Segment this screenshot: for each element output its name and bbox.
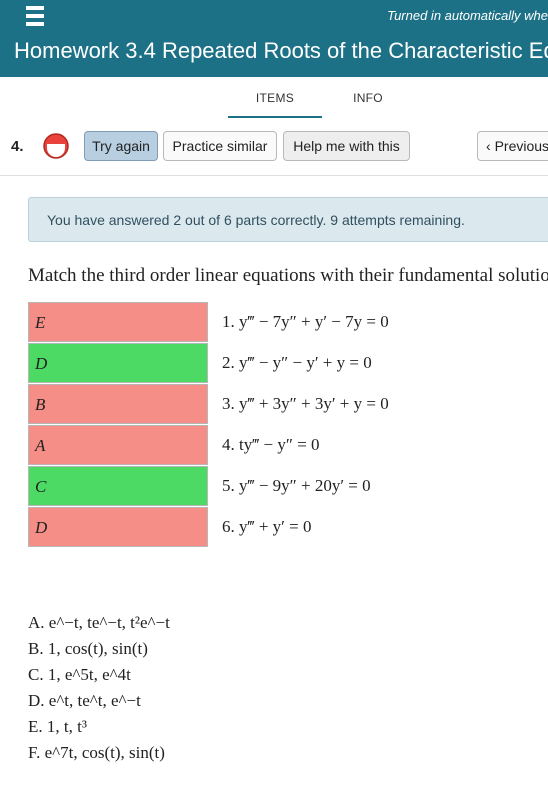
answer-input[interactable]: A (28, 425, 208, 465)
menu-icon[interactable] (26, 6, 44, 26)
tab-info[interactable]: INFO (340, 91, 396, 105)
page-title: Homework 3.4 Repeated Roots of the Chara… (14, 38, 548, 63)
try-again-button[interactable]: Try again (84, 131, 158, 161)
answer-value: A (35, 436, 46, 455)
equation: 6. y‴ + y′ = 0 (222, 517, 312, 536)
answer-value: B (35, 395, 46, 414)
answer-column: E D B A C D (28, 302, 208, 548)
answer-input[interactable]: D (28, 507, 208, 547)
equation: 2. y‴ − y″ − y′ + y = 0 (222, 353, 372, 372)
chevron-left-icon: ‹ (486, 138, 495, 154)
solution-option: A. e^−t, te^−t, t²e^−t (28, 613, 170, 632)
practice-similar-button[interactable]: Practice similar (163, 131, 277, 161)
answer-value: C (35, 477, 47, 496)
equation-list: 1. y‴ − 7y″ + y′ − 7y = 0 2. y‴ − y″ − y… (222, 302, 389, 548)
answer-input[interactable]: C (28, 466, 208, 506)
active-tab-indicator (228, 116, 322, 118)
previous-label: Previous (494, 138, 548, 154)
solution-option: E. 1, t, t³ (28, 717, 87, 736)
help-me-button[interactable]: Help me with this (283, 131, 410, 161)
equation: 4. ty‴ − y″ = 0 (222, 435, 320, 454)
tab-items[interactable]: ITEMS (228, 91, 322, 105)
solution-option: C. 1, e^5t, e^4t (28, 665, 131, 684)
equation: 3. y‴ + 3y″ + 3y′ + y = 0 (222, 394, 389, 413)
solution-list: A. e^−t, te^−t, t²e^−t B. 1, cos(t), sin… (28, 612, 170, 768)
tab-bar: ITEMS INFO (0, 88, 548, 120)
question-toolbar: 4. Try again Practice similar Help me wi… (0, 128, 548, 164)
equation: 5. y‴ − 9y″ + 20y′ = 0 (222, 476, 371, 495)
autosave-notice: Turned in automatically whe (387, 8, 548, 23)
attempts-alert: You have answered 2 out of 6 parts corre… (28, 197, 548, 242)
question-number: 4. (11, 138, 24, 155)
equation: 1. y‴ − 7y″ + y′ − 7y = 0 (222, 312, 389, 331)
answer-value: E (35, 313, 46, 332)
alert-text: You have answered 2 out of 6 parts corre… (47, 212, 465, 228)
answer-value: D (35, 354, 48, 373)
partial-credit-icon (43, 133, 69, 159)
question-prompt: Match the third order linear equations w… (28, 265, 548, 286)
answer-input[interactable]: E (28, 302, 208, 342)
solution-option: F. e^7t, cos(t), sin(t) (28, 743, 165, 762)
answer-value: D (35, 518, 48, 537)
previous-button[interactable]: ‹ Previous (477, 131, 548, 161)
divider (0, 175, 548, 176)
solution-option: D. e^t, te^t, e^−t (28, 691, 141, 710)
solution-option: B. 1, cos(t), sin(t) (28, 639, 148, 658)
answer-input[interactable]: B (28, 384, 208, 424)
top-bar: Turned in automatically whe Homework 3.4… (0, 0, 548, 77)
answer-input[interactable]: D (28, 343, 208, 383)
